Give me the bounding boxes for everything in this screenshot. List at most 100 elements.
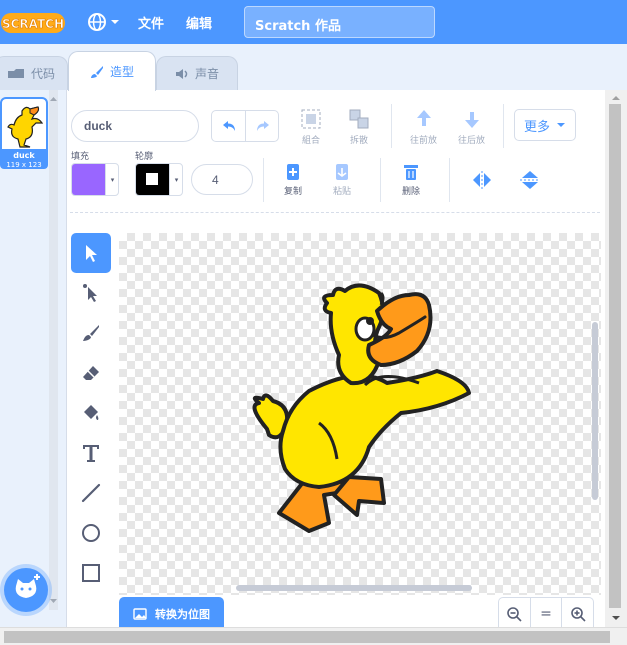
duck-costume[interactable]: [119, 233, 601, 595]
eraser-icon: [83, 366, 99, 380]
rectangle-tool[interactable]: [71, 553, 111, 593]
tab-sounds[interactable]: 声音: [156, 56, 238, 90]
image-icon: [133, 607, 147, 620]
undo-button[interactable]: [212, 111, 246, 141]
menu-bar: SCRATCH 文件 编辑 Scratch 作品: [0, 0, 627, 44]
undo-icon: [222, 121, 235, 131]
line-icon: [81, 483, 101, 503]
svg-text:SCRATCH: SCRATCH: [2, 17, 64, 31]
costume-item[interactable]: duck 119 x 123: [0, 97, 48, 169]
zoom-out-button[interactable]: [499, 598, 530, 630]
caret-down-icon: ▾: [169, 164, 182, 195]
ungroup-button[interactable]: 拆散: [348, 108, 370, 146]
eraser-tool[interactable]: [71, 353, 111, 393]
flip-vertical-icon: [520, 171, 540, 189]
arrow-down-icon: [464, 112, 479, 128]
zoom-controls: =: [498, 597, 594, 630]
tab-bar: 代码 造型 声音: [0, 44, 627, 91]
toolbar-divider: [391, 104, 392, 148]
scrollbar-thumb[interactable]: [609, 104, 621, 608]
costume-name: duck: [13, 151, 35, 160]
edit-menu[interactable]: 编辑: [186, 13, 212, 32]
brush-icon: [83, 325, 99, 341]
scroll-down-icon: [612, 616, 620, 620]
code-icon: [7, 68, 24, 78]
costume-list-scrollbar[interactable]: [49, 90, 58, 610]
canvas-vertical-scrollbar[interactable]: [592, 322, 598, 500]
costume-size: 119 x 123: [6, 161, 42, 169]
file-menu[interactable]: 文件: [138, 13, 164, 32]
zoom-reset-button[interactable]: =: [529, 598, 562, 630]
arrow-cursor-icon: [86, 245, 97, 262]
speaker-icon: [175, 68, 188, 79]
choose-costume-button[interactable]: [4, 568, 48, 612]
outline-label: 轮廓: [135, 152, 154, 162]
circle-tool[interactable]: [71, 513, 111, 553]
brush-icon: [90, 65, 103, 78]
text-tool[interactable]: [71, 433, 111, 473]
flip-vertical-button[interactable]: [519, 170, 541, 190]
convert-to-bitmap-button[interactable]: 转换为位图: [119, 597, 224, 630]
reshape-tool[interactable]: [71, 273, 111, 313]
scroll-down-icon: [50, 599, 57, 603]
scrollbar-thumb[interactable]: [4, 631, 610, 643]
fill-tool[interactable]: [71, 393, 111, 433]
globe-icon: [88, 13, 119, 31]
fill-label: 填充: [71, 152, 90, 162]
caret-down-icon: ▾: [105, 164, 118, 195]
reshape-icon: [83, 284, 97, 302]
zoom-in-button[interactable]: [561, 598, 593, 630]
tab-code[interactable]: 代码: [0, 56, 68, 90]
trash-icon: [404, 165, 418, 180]
zoom-in-icon: [570, 607, 586, 622]
scroll-up-icon: [50, 97, 57, 101]
language-menu[interactable]: [86, 11, 122, 33]
ungroup-icon: [349, 109, 369, 129]
more-button[interactable]: 更多: [514, 109, 576, 141]
flip-horizontal-button[interactable]: [471, 170, 493, 190]
redo-button[interactable]: [246, 111, 280, 141]
toolbar-divider: [449, 158, 450, 202]
fill-color-picker[interactable]: ▾: [71, 163, 119, 196]
outline-color-swatch: [136, 164, 169, 195]
paint-canvas[interactable]: [119, 233, 601, 595]
paste-icon: [336, 164, 348, 180]
text-icon: [83, 445, 99, 462]
line-tool[interactable]: [71, 473, 111, 513]
project-title-input[interactable]: Scratch 作品: [244, 6, 435, 38]
tool-palette: [71, 233, 111, 593]
forward-button[interactable]: 往前放: [410, 108, 437, 146]
group-icon: [301, 109, 321, 129]
cat-add-icon: [15, 574, 40, 598]
circle-icon: [82, 524, 100, 542]
zoom-out-icon: [507, 607, 522, 622]
fill-color-swatch: [72, 164, 105, 195]
page-horizontal-scrollbar[interactable]: [0, 627, 627, 645]
flip-horizontal-icon: [473, 171, 491, 189]
arrow-up-icon: [416, 110, 431, 126]
brush-tool[interactable]: [71, 313, 111, 353]
copy-button[interactable]: 复制: [284, 163, 302, 197]
outline-width-input[interactable]: [191, 164, 253, 195]
tab-costumes[interactable]: 造型: [68, 51, 156, 91]
scroll-up-icon: [612, 96, 620, 100]
duck-thumbnail: [7, 106, 44, 148]
caret-down-icon: [557, 123, 565, 127]
select-tool[interactable]: [71, 233, 111, 273]
costume-name-input[interactable]: [71, 110, 199, 142]
paste-button[interactable]: 粘贴: [333, 163, 351, 197]
delete-button[interactable]: 删除: [402, 163, 420, 197]
paint-bucket-icon: [84, 405, 99, 420]
backward-button[interactable]: 往后放: [458, 108, 485, 146]
page-vertical-scrollbar[interactable]: [605, 90, 627, 627]
toolbar-divider: [380, 158, 381, 202]
undo-redo-group: [211, 110, 279, 142]
group-button[interactable]: 組合: [300, 108, 322, 146]
redo-icon: [257, 121, 269, 131]
canvas-horizontal-scrollbar[interactable]: [236, 585, 472, 591]
scratch-logo[interactable]: SCRATCH: [0, 10, 66, 36]
outline-color-picker[interactable]: ▾: [135, 163, 183, 196]
toolbar-separator: [70, 212, 600, 213]
copy-icon: [287, 164, 299, 180]
rectangle-icon: [82, 564, 100, 582]
